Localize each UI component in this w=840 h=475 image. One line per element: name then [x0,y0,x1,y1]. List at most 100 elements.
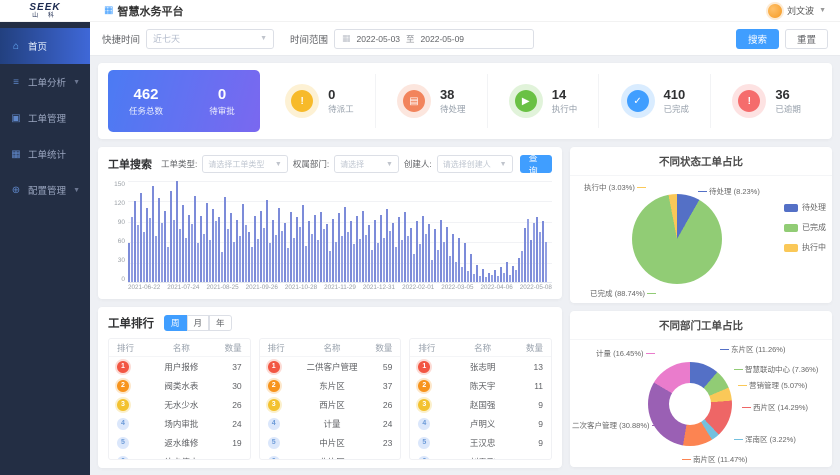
x-tick: 2021-06-22 [128,284,160,295]
rank-cell: 6 [268,456,298,461]
rank-medal-icon: 5 [117,437,129,449]
table-row[interactable]: 1张志明13 [410,357,551,376]
bar [302,205,304,282]
bar [245,225,247,282]
legend-label: 已完成 [802,222,826,233]
bar [383,238,385,282]
rank-medal-icon: 3 [117,399,129,411]
table-row[interactable]: 2陈天宇11 [410,376,551,395]
document-icon: ▤ [397,84,431,118]
table-row[interactable]: 5中片区23 [260,433,401,452]
sidebar-item-配置管理[interactable]: ⊕配置管理▼ [0,172,90,208]
table-row[interactable]: 6北片区13 [260,452,401,460]
name-cell: 刘雪飞 [448,456,517,461]
name-cell: 中片区 [298,437,367,449]
table-row[interactable]: 1用户报修37 [109,357,250,376]
sidebar-item-工单分析[interactable]: ≡工单分析▼ [0,64,90,100]
stat-value: 36 [775,87,801,102]
brand-logo: SEEK 山 科 [0,3,90,19]
bar [518,258,520,282]
y-tick: 90 [118,219,125,226]
field-select-2[interactable]: 请选择创建人▼ [437,155,513,173]
rank-medal-icon: 5 [268,437,280,449]
table-row[interactable]: 5王汉忠9 [410,433,551,452]
table-row[interactable]: 4场内审批24 [109,414,250,433]
chart-label-营销管理: 营销管理 (5.07%) [738,380,807,391]
x-tick: 2022-05-08 [520,284,552,295]
table-row[interactable]: 1二供客户管理59 [260,357,401,376]
bar [329,251,331,282]
x-tick: 2021-10-28 [285,284,317,295]
field-select-1[interactable]: 请选择▼ [334,155,399,173]
count-cell: 11 [517,381,543,391]
name-cell: 补卡停水 [147,456,216,461]
user-avatar[interactable] [768,4,782,18]
date-range-picker[interactable]: ▦ 2022-05-03 至 2022-05-09 [334,29,534,49]
table-row[interactable]: 4卢明义9 [410,414,551,433]
bar [161,223,163,282]
bar [356,216,358,282]
count-cell: 24 [216,419,242,429]
chart-label-text: 东片区 (11.26%) [731,344,785,355]
bar [242,204,244,282]
user-menu[interactable]: 刘文波 ▼ [768,4,840,18]
bar [401,240,403,282]
ranking-title: 工单排行 [108,315,154,331]
bar [188,215,190,282]
field-select-0[interactable]: 请选择工单类型▼ [202,155,287,173]
bar [281,231,283,282]
table-row[interactable]: 6补卡停水17 [109,452,250,460]
table-row[interactable]: 3西片区26 [260,395,401,414]
home-icon: ⌂ [10,41,22,52]
ranking-tab-周[interactable]: 周 [164,315,187,331]
gear-icon: ⊕ [10,185,22,196]
table-row[interactable]: 2东片区37 [260,376,401,395]
app-title-text: 智慧水务平台 [117,3,183,19]
bar [365,235,367,282]
ranking-tab-月[interactable]: 月 [187,315,210,331]
sidebar-item-工单管理[interactable]: ▣工单管理 [0,100,90,136]
bar [230,213,232,282]
bar [461,267,463,282]
quick-time-select[interactable]: 近七天 ▼ [146,29,274,49]
bar [203,234,205,282]
stat-label: 已逾期 [775,103,801,115]
field-label-1: 权属部门: [293,158,329,170]
rank-medal-icon: 6 [117,456,129,461]
sidebar-item-label: 工单统计 [28,147,66,161]
rank-cell: 5 [268,437,298,449]
legend-item-已完成[interactable]: 已完成 [784,222,826,233]
list-icon: ≡ [10,77,22,88]
bar [251,247,253,282]
table-row[interactable]: 3无水少水26 [109,395,250,414]
legend-item-执行中[interactable]: 执行中 [784,242,826,253]
reset-button[interactable]: 重置 [785,29,828,49]
leader-line [682,459,691,461]
search-button[interactable]: 搜索 [736,29,779,49]
sidebar-item-工单统计[interactable]: ▦工单统计 [0,136,90,172]
bar [452,234,454,282]
table-row[interactable]: 3赵国强9 [410,395,551,414]
bar [266,200,268,282]
bar [170,191,172,282]
bar [434,229,436,282]
chart-label-text: 待处理 (8.23%) [709,186,760,197]
legend-item-待处理[interactable]: 待处理 [784,202,826,213]
bar [218,217,220,282]
bar [509,275,511,282]
sidebar-item-首页[interactable]: ⌂首页 [0,28,90,64]
time-range-label: 时间范围 [290,32,328,46]
ranking-tab-年[interactable]: 年 [209,315,232,331]
x-tick: 2022-04-06 [481,284,513,295]
query-button[interactable]: 查询 [520,155,552,173]
table-row[interactable]: 2阀类水表30 [109,376,250,395]
table-row[interactable]: 5返水维修19 [109,433,250,452]
quick-time-label: 快捷时间 [102,32,140,46]
rank-cell: 2 [418,380,448,392]
chart-label-西片区: 西片区 (14.29%) [742,402,808,413]
y-tick: 60 [118,238,125,245]
table-row[interactable]: 6刘雪飞8 [410,452,551,460]
table-row[interactable]: 4计量24 [260,414,401,433]
bell-icon: ! [732,84,766,118]
bar [425,234,427,282]
